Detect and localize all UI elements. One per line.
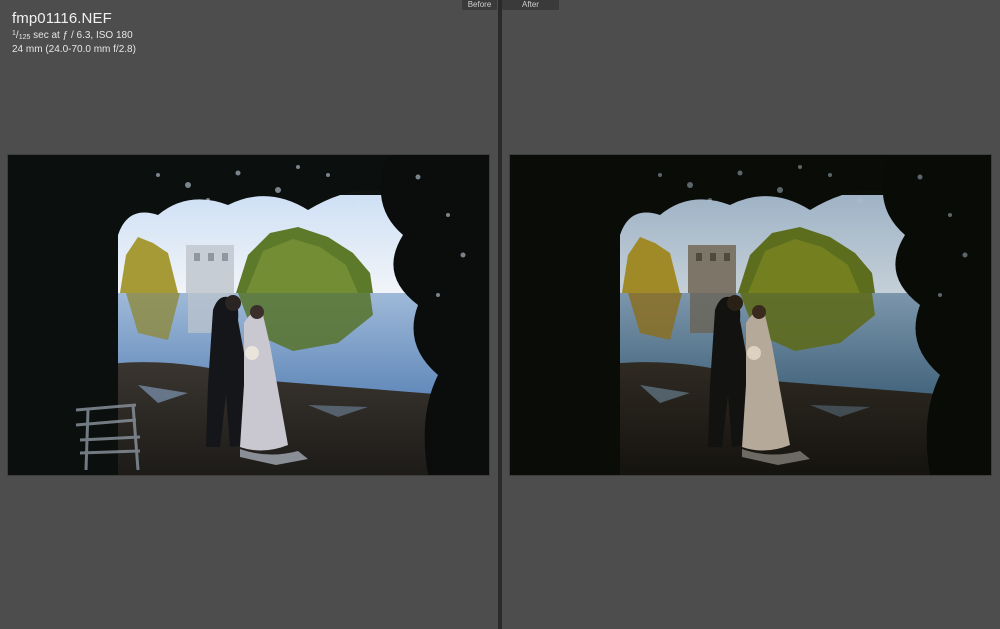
wedding-photo-before (8, 155, 489, 475)
photo-filename: fmp01116.NEF (12, 10, 112, 27)
shutter-numerator: 1 (12, 30, 16, 37)
lens-info: 24 mm (24.0-70.0 mm f/2.8) (12, 44, 136, 55)
before-label: Before (462, 0, 497, 10)
exposure-info: 1/125 sec at ƒ / 6.3, ISO 180 (12, 30, 133, 41)
exposure-details: sec at ƒ / 6.3, ISO 180 (30, 30, 133, 41)
before-image[interactable] (8, 155, 489, 475)
split-divider[interactable] (498, 0, 502, 629)
after-image[interactable] (510, 155, 991, 475)
shutter-denominator: 125 (18, 34, 31, 41)
wedding-photo-after (510, 155, 991, 475)
after-label: After (502, 0, 559, 10)
photo-info-overlay: fmp01116.NEF 1/125 sec at ƒ / 6.3, ISO 1… (12, 10, 136, 56)
